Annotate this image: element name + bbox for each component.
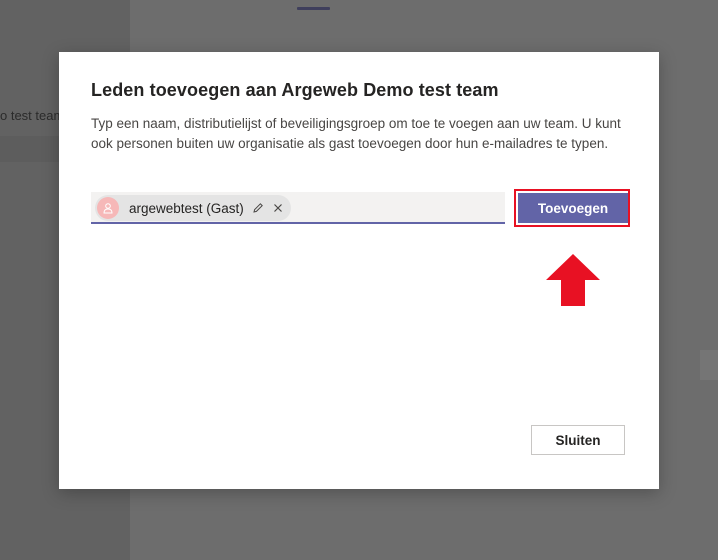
- pencil-icon[interactable]: [252, 202, 264, 214]
- dialog-title: Leden toevoegen aan Argeweb Demo test te…: [91, 80, 499, 100]
- add-button[interactable]: Toevoegen: [518, 193, 628, 223]
- background-tab-indicator: [297, 7, 330, 10]
- background-edge-element: [700, 350, 718, 380]
- arrow-up-icon: [545, 254, 601, 311]
- close-button[interactable]: Sluiten: [531, 425, 625, 455]
- add-members-dialog: Leden toevoegen aan Argeweb Demo test te…: [59, 52, 659, 489]
- member-chip-label: argewebtest (Gast): [129, 200, 244, 216]
- person-icon: [97, 197, 119, 219]
- close-icon[interactable]: [273, 203, 283, 213]
- background-team-label: o test team: [0, 108, 65, 123]
- member-search-input[interactable]: argewebtest (Gast): [91, 192, 505, 224]
- member-chip[interactable]: argewebtest (Gast): [95, 195, 291, 221]
- dialog-description: Typ een naam, distributielijst of beveil…: [91, 116, 621, 151]
